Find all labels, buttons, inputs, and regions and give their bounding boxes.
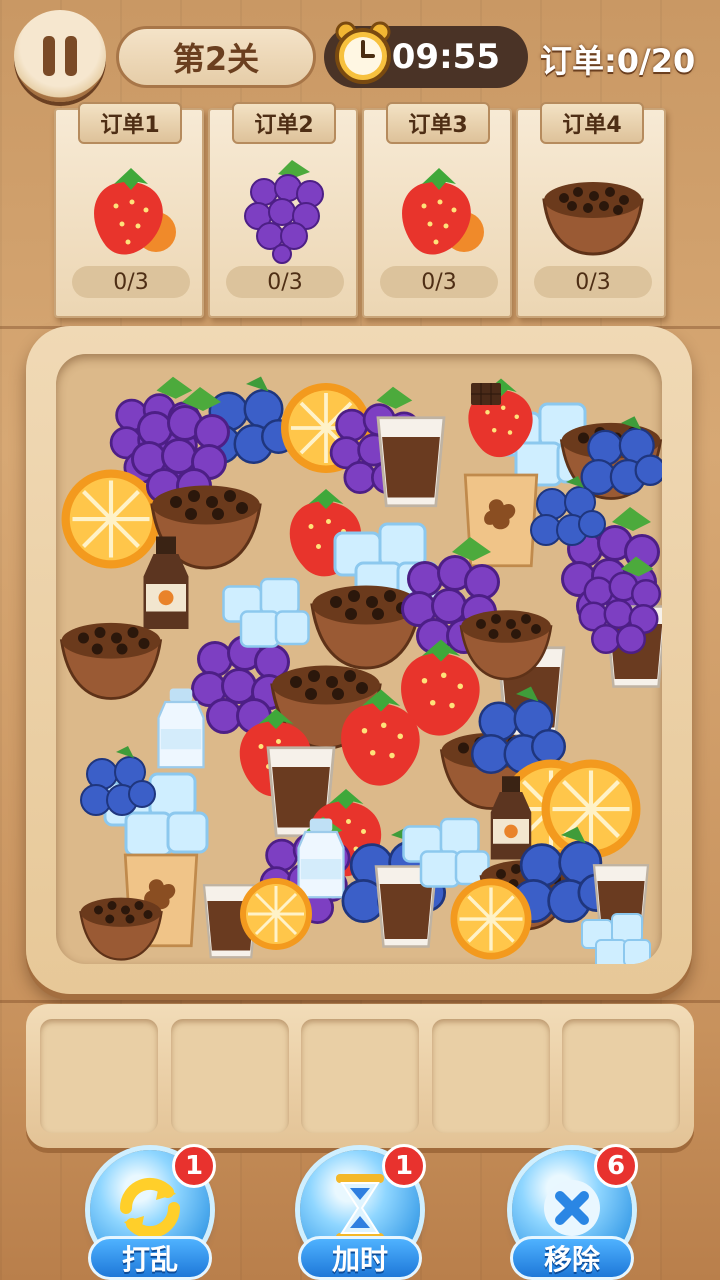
- tile-coffee-beans-bowl[interactable]: [456, 584, 556, 684]
- remove-button[interactable]: 移除 6: [502, 1142, 642, 1280]
- coffee-beans-bowl-icon: [459, 610, 553, 681]
- shuffle-label: 打乱: [88, 1236, 212, 1280]
- collection-slot[interactable]: [170, 1019, 289, 1133]
- orange-slice-icon: [450, 878, 532, 960]
- order-progress: 0/3: [72, 266, 190, 298]
- collection-slot[interactable]: [562, 1019, 680, 1133]
- coffee-beans-bowl-icon: [79, 897, 163, 961]
- tile-orange-slice[interactable]: [446, 874, 536, 964]
- order-label: 订单3: [386, 102, 490, 144]
- strawberry-icon: [94, 168, 176, 255]
- tile-blueberries[interactable]: [526, 474, 606, 554]
- collection-slot[interactable]: [40, 1019, 158, 1133]
- shuffle-button[interactable]: 打乱 1: [80, 1142, 220, 1280]
- alarm-clock-icon: [335, 21, 391, 84]
- pause-icon: [43, 36, 77, 76]
- level-label: 第2关: [116, 26, 316, 88]
- collection-slot-bar: [26, 1004, 694, 1148]
- tile-tray: [26, 326, 692, 994]
- tile-grapes[interactable]: [566, 554, 662, 654]
- remove-label: 移除: [510, 1236, 634, 1280]
- add-time-label: 加时: [298, 1236, 422, 1280]
- grapes-icon: [244, 160, 324, 264]
- collection-slot[interactable]: [431, 1019, 550, 1133]
- order-card-1: 订单1 0/3: [54, 102, 204, 318]
- order-progress: 0/3: [380, 266, 498, 298]
- order-card-3: 订单3 0/3: [362, 102, 512, 318]
- chocolate-icon: [471, 383, 501, 405]
- add-time-count-badge: 1: [382, 1144, 426, 1188]
- order-cards: 订单1 0/3 订单2 0/3 订单3 0/3 订单4 0/3: [54, 96, 668, 318]
- orange-slice-icon: [240, 878, 312, 950]
- order-card-4: 订单4 0/3: [516, 102, 666, 318]
- blueberries-icon: [80, 746, 156, 816]
- tile-chocolate[interactable]: [466, 374, 506, 414]
- shuffle-count-badge: 1: [172, 1144, 216, 1188]
- order-progress: 0/3: [226, 266, 344, 298]
- collection-slot[interactable]: [301, 1019, 419, 1133]
- grapes-icon: [578, 556, 661, 654]
- order-label: 订单1: [78, 102, 182, 144]
- strawberry-icon: [402, 168, 484, 255]
- order-label: 订单4: [540, 102, 644, 144]
- blueberries-icon: [530, 476, 606, 546]
- pause-button[interactable]: [14, 10, 106, 102]
- ice-cubes-icon: [581, 913, 651, 964]
- order-progress: 0/3: [534, 266, 652, 298]
- remove-count-badge: 6: [594, 1144, 638, 1188]
- coffee-beans-bowl-icon: [542, 182, 644, 256]
- tile-ice-cubes[interactable]: [576, 894, 656, 964]
- tile-orange-slice[interactable]: [236, 874, 316, 954]
- order-label: 订单2: [232, 102, 336, 144]
- tile-pile: [56, 354, 662, 964]
- wood-divider: [0, 1000, 720, 1003]
- tile-blueberries[interactable]: [76, 744, 156, 824]
- order-card-2: 订单2 0/3: [208, 102, 358, 318]
- orders-progress: 订单:0/20: [540, 42, 696, 80]
- tile-coffee-beans-bowl[interactable]: [76, 874, 166, 964]
- add-time-button[interactable]: 加时 1: [290, 1142, 430, 1280]
